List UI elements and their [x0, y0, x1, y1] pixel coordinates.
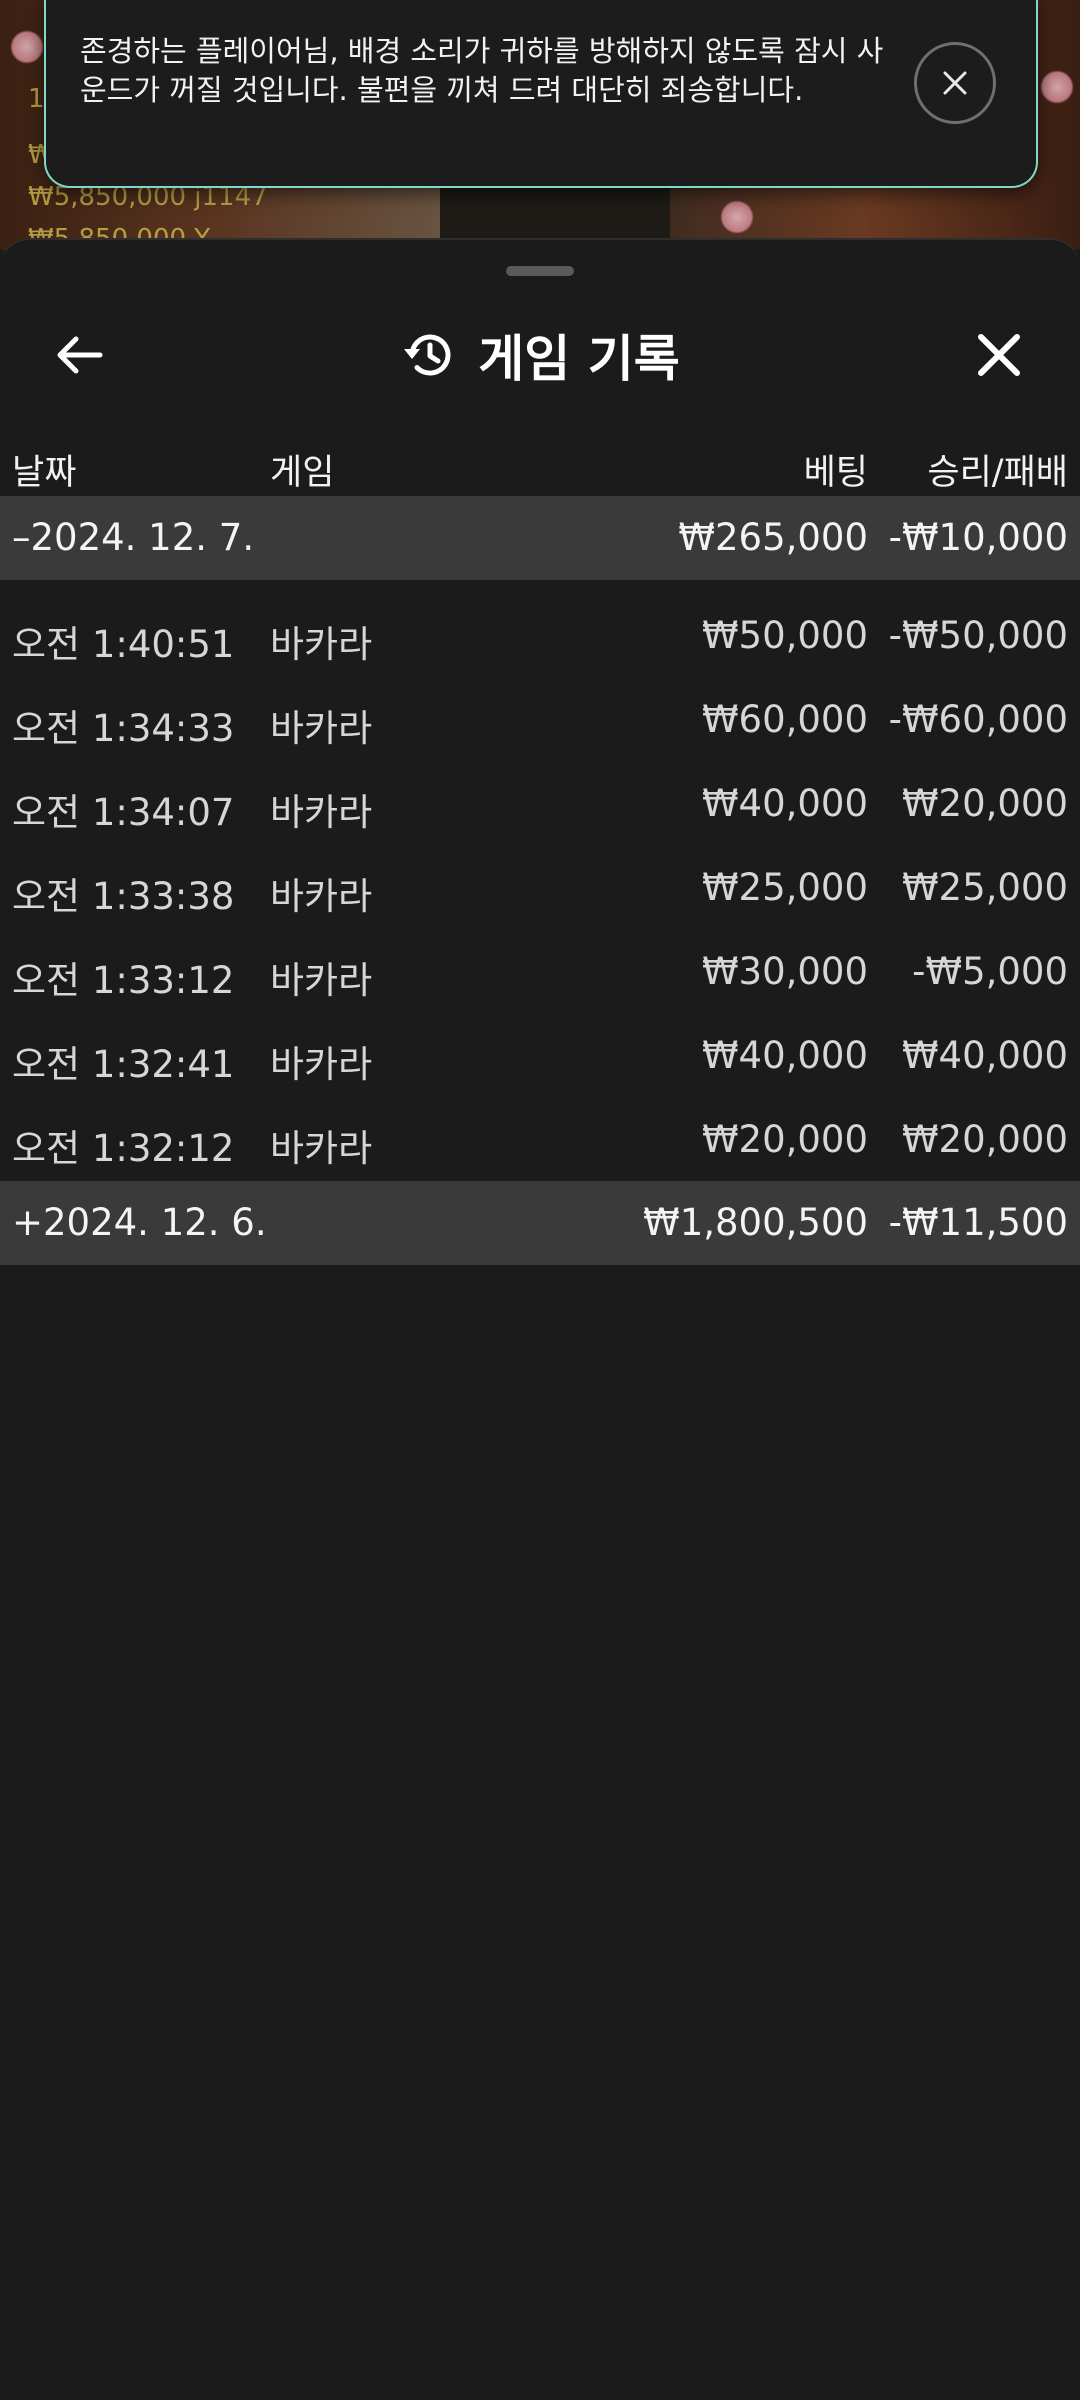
column-header-game: 게임: [270, 453, 335, 493]
close-icon: [978, 334, 1020, 376]
row-bet: ₩50,000: [701, 614, 868, 657]
table-row[interactable]: 오전 1:33:12 바카라 ₩30,000 -₩5,000: [0, 930, 1080, 1014]
day-group-row[interactable]: –2024. 12. 7. ₩265,000 -₩10,000: [0, 496, 1080, 580]
row-bet: ₩60,000: [701, 698, 868, 741]
table-row[interactable]: 오전 1:34:07 바카라 ₩40,000 ₩20,000: [0, 762, 1080, 846]
row-time: 오전 1:32:41: [12, 1043, 235, 1086]
column-header-bet: 베팅: [803, 453, 868, 493]
close-button[interactable]: [966, 322, 1032, 388]
row-game: 바카라: [270, 959, 373, 1002]
row-time: 오전 1:34:07: [12, 791, 235, 834]
row-result: -₩5,000: [912, 950, 1068, 993]
notification-message: 존경하는 플레이어님, 배경 소리가 귀하를 방해하지 않도록 잠시 사운드가 …: [80, 34, 884, 107]
close-icon: [943, 71, 967, 95]
table-row[interactable]: 오전 1:33:38 바카라 ₩25,000 ₩25,000: [0, 846, 1080, 930]
row-game: 바카라: [270, 875, 373, 918]
sheet-header: 게임 기록: [0, 300, 1080, 410]
row-time: 오전 1:32:12: [12, 1127, 235, 1170]
row-result: ₩20,000: [901, 782, 1068, 825]
row-bet: ₩30,000: [701, 950, 868, 993]
drag-handle[interactable]: [506, 266, 574, 276]
row-game: 바카라: [270, 1043, 373, 1086]
row-time: 오전 1:40:51: [12, 623, 235, 666]
row-result: ₩20,000: [901, 1118, 1068, 1161]
day-group-row[interactable]: +2024. 12. 6. ₩1,800,500 -₩11,500: [0, 1181, 1080, 1265]
title-group: 게임 기록: [0, 300, 1080, 410]
table-row[interactable]: 오전 1:40:51 바카라 ₩50,000 -₩50,000: [0, 594, 1080, 678]
sound-notification-banner: 존경하는 플레이어님, 배경 소리가 귀하를 방해하지 않도록 잠시 사운드가 …: [44, 0, 1038, 188]
row-time: 오전 1:33:12: [12, 959, 235, 1002]
row-result: ₩25,000: [901, 866, 1068, 909]
ticker-line: 1: [28, 84, 45, 114]
expand-toggle: +: [12, 1201, 44, 1244]
blossom-decoration: [1040, 70, 1074, 104]
row-game: 바카라: [270, 707, 373, 750]
table-row[interactable]: 오전 1:32:41 바카라 ₩40,000 ₩40,000: [0, 1014, 1080, 1098]
column-header-result: 승리/패배: [927, 453, 1068, 493]
day-bet-total: ₩265,000: [678, 516, 868, 559]
blossom-decoration: [720, 200, 754, 234]
day-date: +2024. 12. 6.: [12, 1201, 267, 1244]
blossom-decoration: [10, 30, 44, 64]
row-bet: ₩25,000: [701, 866, 868, 909]
day-bet-total: ₩1,800,500: [643, 1201, 868, 1244]
row-result: -₩60,000: [888, 698, 1068, 741]
row-game: 바카라: [270, 623, 373, 666]
page-title: 게임 기록: [478, 330, 680, 388]
row-result: -₩50,000: [888, 614, 1068, 657]
game-history-sheet: 게임 기록 날짜 게임 베팅 승리/패배 –2024. 12. 7. ₩265,…: [0, 238, 1080, 2400]
row-bet: ₩40,000: [701, 782, 868, 825]
table-row[interactable]: 오전 1:34:33 바카라 ₩60,000 -₩60,000: [0, 678, 1080, 762]
column-header-date: 날짜: [12, 453, 77, 493]
history-icon: [404, 334, 451, 376]
row-time: 오전 1:33:38: [12, 875, 235, 918]
day-result-total: -₩11,500: [888, 1201, 1068, 1244]
row-result: ₩40,000: [901, 1034, 1068, 1077]
row-game: 바카라: [270, 791, 373, 834]
day-detail-list: 오전 1:40:51 바카라 ₩50,000 -₩50,000 오전 1:34:…: [0, 594, 1080, 1182]
day-result-total: -₩10,000: [888, 516, 1068, 559]
collapse-toggle: –: [12, 516, 31, 559]
row-bet: ₩20,000: [701, 1118, 868, 1161]
day-date: –2024. 12. 7.: [12, 516, 255, 559]
row-time: 오전 1:34:33: [12, 707, 235, 750]
notification-close-button[interactable]: [914, 42, 996, 124]
row-game: 바카라: [270, 1127, 373, 1170]
table-row[interactable]: 오전 1:32:12 바카라 ₩20,000 ₩20,000: [0, 1098, 1080, 1182]
row-bet: ₩40,000: [701, 1034, 868, 1077]
